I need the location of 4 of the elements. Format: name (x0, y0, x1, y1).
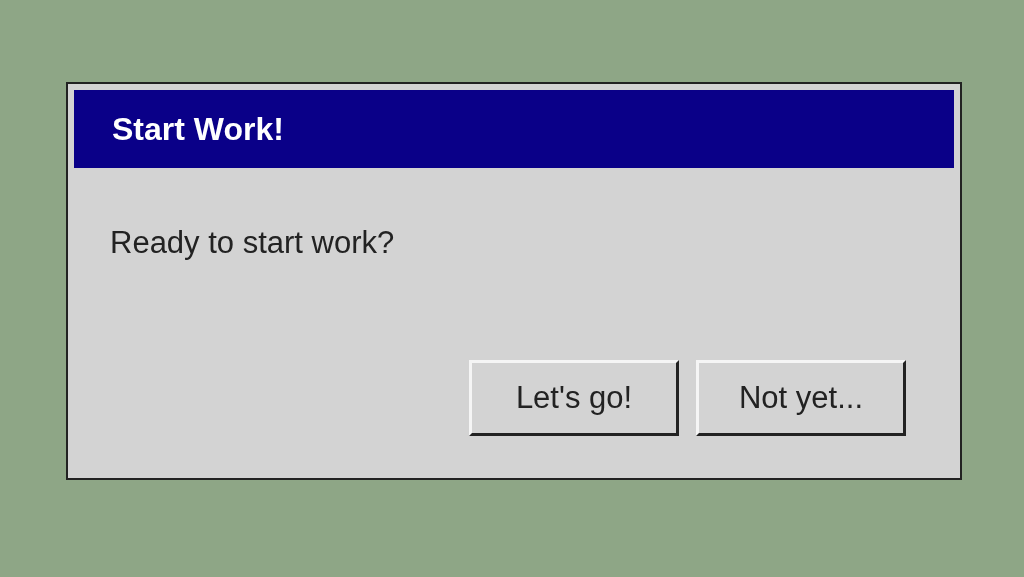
dialog-title: Start Work! (112, 110, 284, 149)
dialog-button[interactable]: Not yet... (696, 360, 906, 436)
dialog-message: Ready to start work? (110, 224, 396, 262)
dialog-button[interactable]: Let's go! (469, 360, 679, 436)
